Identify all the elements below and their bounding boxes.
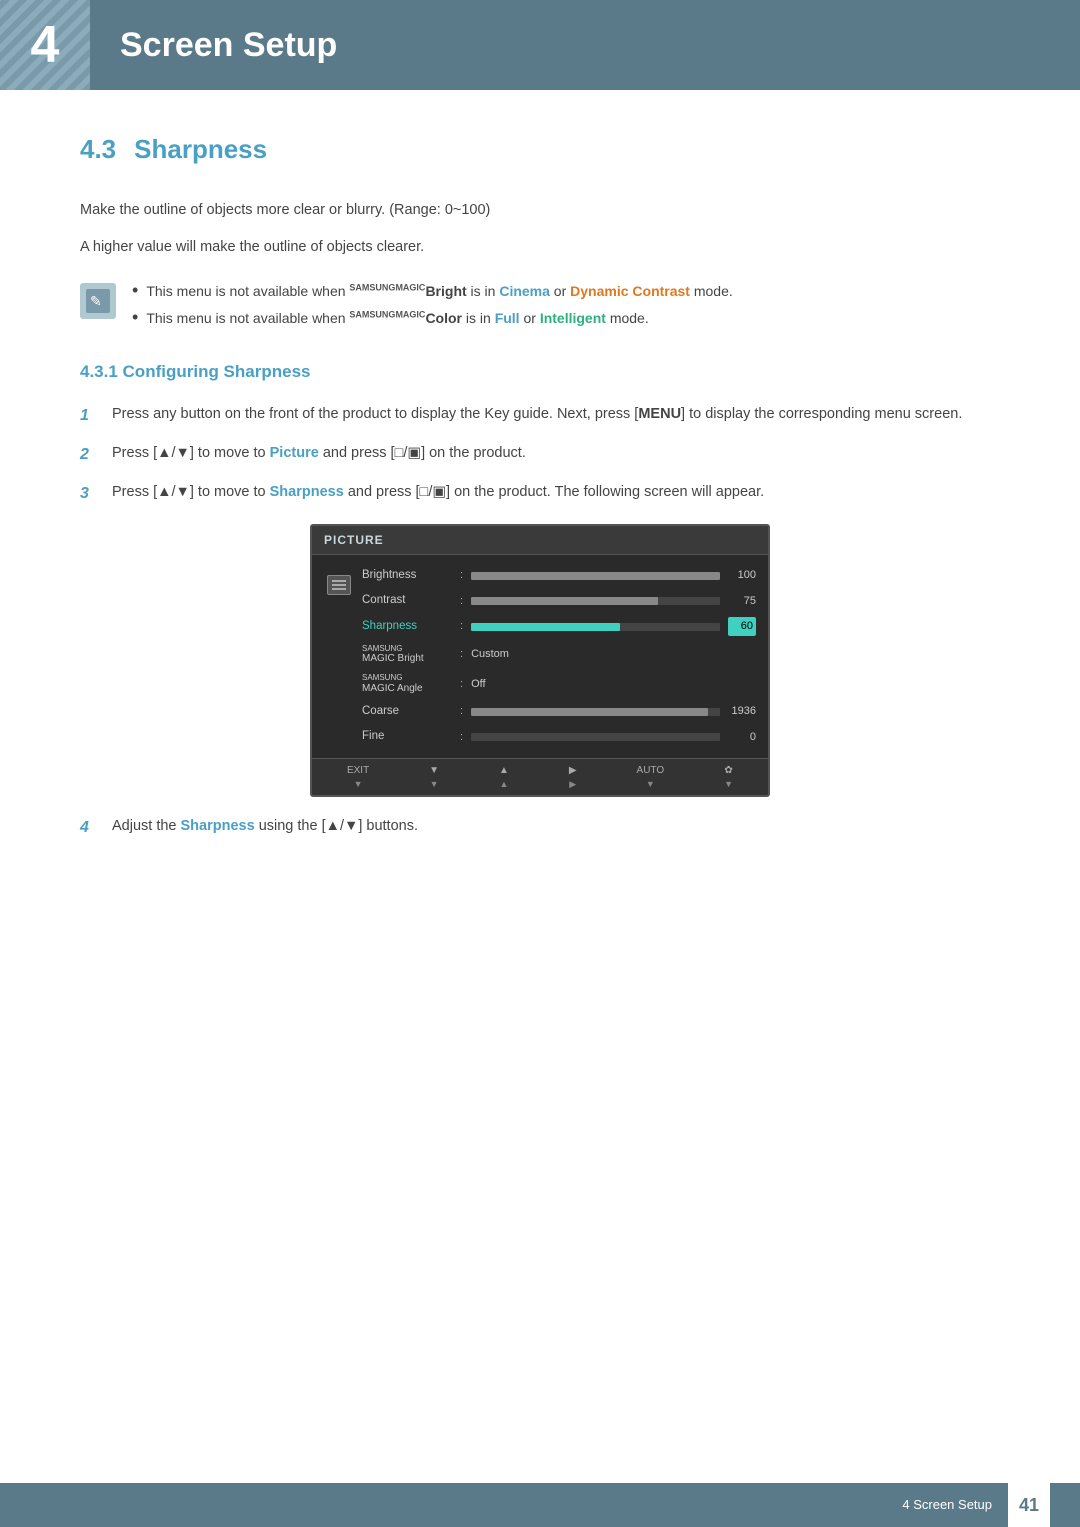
bright-text: Bright xyxy=(425,283,466,299)
coarse-bar xyxy=(471,708,720,716)
monitor-row-brightness: Brightness : 100 xyxy=(362,565,756,586)
step-text-4: Adjust the Sharpness using the [▲/▼] but… xyxy=(112,815,1000,838)
monitor-screenshot: PICTURE Brightness : 100 xyxy=(310,524,770,797)
steps-list: 1 Press any button on the front of the p… xyxy=(80,403,1000,506)
note-content: • This menu is not available when SAMSUN… xyxy=(132,281,733,329)
intro-line1: Make the outline of objects more clear o… xyxy=(80,199,1000,222)
magic-angle-label: SAMSUNGMAGIC Angle xyxy=(362,673,452,695)
step-number-1: 1 xyxy=(80,404,98,428)
monitor-row-fine: Fine : 0 xyxy=(362,726,756,747)
step-text-2: Press [▲/▼] to move to Picture and press… xyxy=(112,442,1000,465)
monitor-rows: Brightness : 100 Contrast : 75 xyxy=(362,565,756,748)
sharpness-val: 60 xyxy=(728,617,756,636)
down-btn: ▼▼ xyxy=(429,763,439,792)
chapter-title: Screen Setup xyxy=(90,20,337,71)
monitor-body: Brightness : 100 Contrast : 75 xyxy=(312,555,768,758)
step-4-list: 4 Adjust the Sharpness using the [▲/▼] b… xyxy=(80,815,1000,840)
brightness-bar xyxy=(471,572,720,580)
fine-label: Fine xyxy=(362,728,452,745)
step-1: 1 Press any button on the front of the p… xyxy=(80,403,1000,428)
note-text-1: This menu is not available when SAMSUNGM… xyxy=(146,281,732,302)
page-footer: 4 Screen Setup 41 xyxy=(0,1483,1080,1527)
chapter-number-box: 4 xyxy=(0,0,90,90)
exit-btn: EXIT▼ xyxy=(347,763,369,792)
color-text: Color xyxy=(425,310,462,326)
section-heading: 4.3 Sharpness xyxy=(80,130,1000,169)
brand-text-2: SAMSUNGMAGIC xyxy=(349,310,425,320)
note-icon xyxy=(80,283,116,319)
note-text-2: This menu is not available when SAMSUNGM… xyxy=(146,308,648,329)
sharpness-bar xyxy=(471,623,720,631)
monitor-icon xyxy=(327,575,351,595)
monitor-footer: EXIT▼ ▼▼ ▲▲ ▶▶ AUTO▼ ✿▼ xyxy=(312,758,768,796)
section-number: 4.3 xyxy=(80,130,116,169)
step-number-4: 4 xyxy=(80,816,98,840)
magic-angle-val: Off xyxy=(471,676,485,693)
monitor-sidebar xyxy=(324,565,354,748)
sharpness-fill xyxy=(471,623,620,631)
pencil-icon xyxy=(86,289,110,313)
monitor-row-magic-angle: SAMSUNGMAGIC Angle : Off xyxy=(362,671,756,697)
bullet-2: • xyxy=(132,308,138,326)
brand-text-1: SAMSUNGMAGIC xyxy=(349,283,425,293)
fine-val: 0 xyxy=(728,729,756,746)
icon-line-2 xyxy=(332,584,346,586)
contrast-label: Contrast xyxy=(362,592,452,609)
footer-text: 4 Screen Setup xyxy=(902,1495,992,1515)
step-number-3: 3 xyxy=(80,482,98,506)
main-content: 4.3 Sharpness Make the outline of object… xyxy=(0,90,1080,934)
enter-btn: ▶▶ xyxy=(569,763,577,792)
coarse-fill xyxy=(471,708,707,716)
magic-bright-val: Custom xyxy=(471,646,509,663)
contrast-fill xyxy=(471,597,658,605)
monitor-row-coarse: Coarse : 1936 xyxy=(362,701,756,722)
coarse-val: 1936 xyxy=(728,703,756,720)
auto-btn: AUTO▼ xyxy=(637,763,665,792)
sharpness-label: Sharpness xyxy=(362,618,452,635)
intelligent-highlight: Intelligent xyxy=(540,310,606,326)
monitor-row-sharpness: Sharpness : 60 xyxy=(362,615,756,638)
footer-page-number: 41 xyxy=(1008,1483,1050,1527)
dynamic-contrast-highlight: Dynamic Contrast xyxy=(570,283,690,299)
settings-btn: ✿▼ xyxy=(724,763,733,792)
cinema-highlight: Cinema xyxy=(499,283,550,299)
icon-line-1 xyxy=(332,580,346,582)
monitor-row-contrast: Contrast : 75 xyxy=(362,590,756,611)
full-highlight: Full xyxy=(495,310,520,326)
fine-bar xyxy=(471,733,720,741)
contrast-bar xyxy=(471,597,720,605)
brightness-val: 100 xyxy=(728,567,756,584)
step-4: 4 Adjust the Sharpness using the [▲/▼] b… xyxy=(80,815,1000,840)
section-title: Sharpness xyxy=(134,130,267,169)
step-text-3: Press [▲/▼] to move to Sharpness and pre… xyxy=(112,481,1000,504)
chapter-header: 4 Screen Setup xyxy=(0,0,1080,90)
monitor-row-magic-bright: SAMSUNGMAGIC Bright : Custom xyxy=(362,642,756,668)
up-btn: ▲▲ xyxy=(499,763,509,792)
monitor-title-bar: PICTURE xyxy=(312,526,768,555)
step-3: 3 Press [▲/▼] to move to Sharpness and p… xyxy=(80,481,1000,506)
coarse-label: Coarse xyxy=(362,703,452,720)
note-box: • This menu is not available when SAMSUN… xyxy=(80,281,1000,329)
step-2: 2 Press [▲/▼] to move to Picture and pre… xyxy=(80,442,1000,467)
note-line-2: • This menu is not available when SAMSUN… xyxy=(132,308,733,329)
brightness-fill xyxy=(471,572,720,580)
contrast-val: 75 xyxy=(728,593,756,610)
intro-line2: A higher value will make the outline of … xyxy=(80,236,1000,259)
chapter-number: 4 xyxy=(31,6,60,84)
step-number-2: 2 xyxy=(80,443,98,467)
magic-bright-label: SAMSUNGMAGIC Bright xyxy=(362,644,452,666)
brightness-label: Brightness xyxy=(362,567,452,584)
note-line-1: • This menu is not available when SAMSUN… xyxy=(132,281,733,302)
subsection-heading: 4.3.1 Configuring Sharpness xyxy=(80,359,1000,385)
bullet-1: • xyxy=(132,281,138,299)
step-text-1: Press any button on the front of the pro… xyxy=(112,403,1000,426)
icon-line-3 xyxy=(332,588,346,590)
